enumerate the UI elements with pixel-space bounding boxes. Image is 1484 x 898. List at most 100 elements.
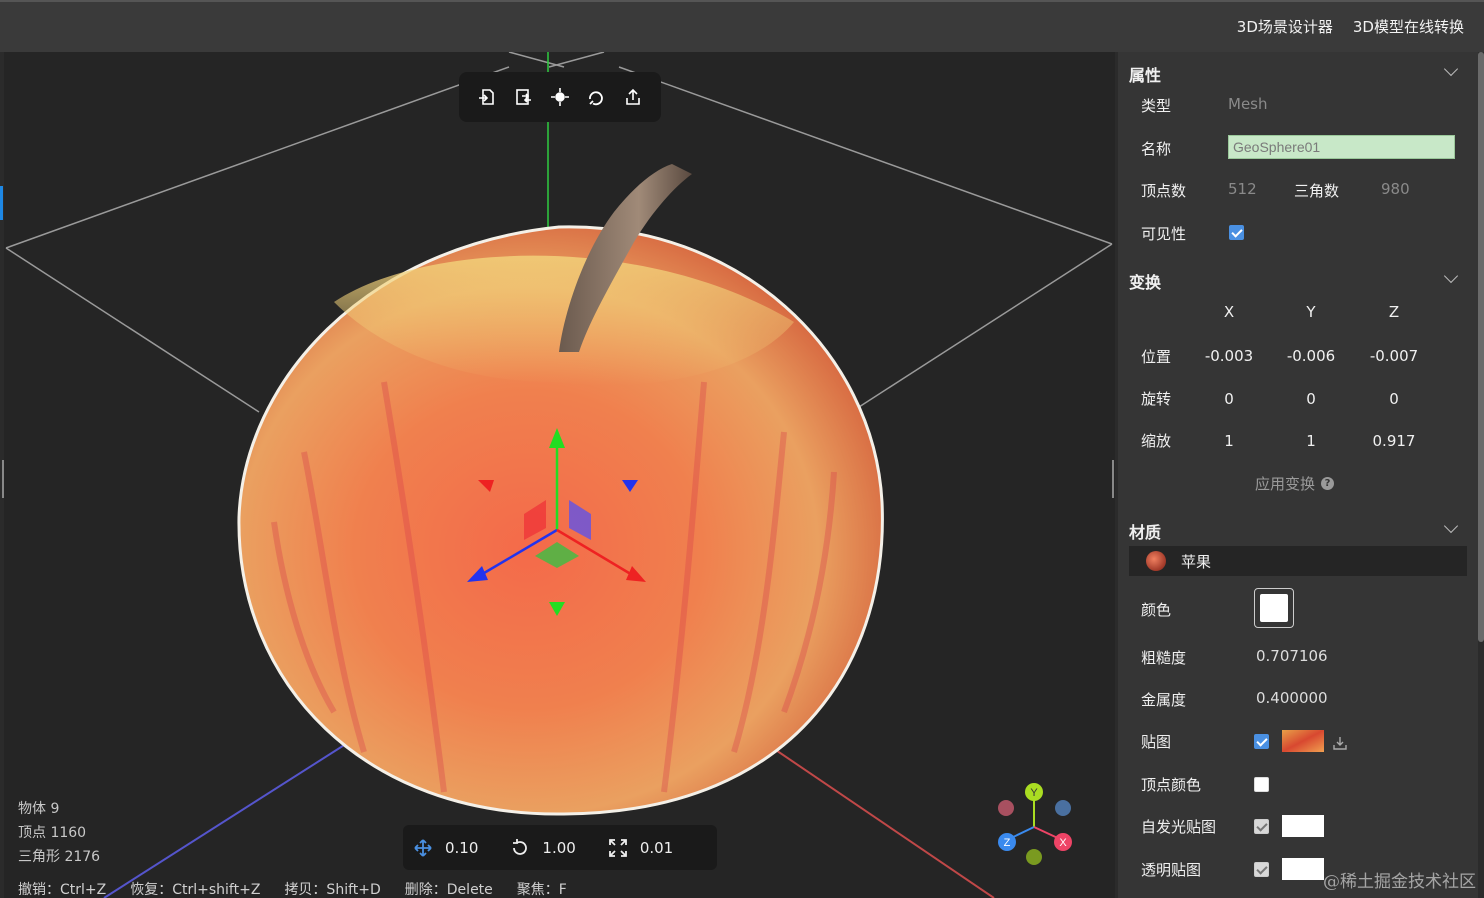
vertices-label: 顶点数 bbox=[1141, 182, 1187, 200]
emissive-map-checkbox[interactable] bbox=[1254, 819, 1269, 834]
apply-transform-button[interactable]: 应用变换 ? bbox=[1255, 473, 1335, 494]
alpha-map-checkbox[interactable] bbox=[1254, 862, 1269, 877]
alpha-map-label: 透明贴图 bbox=[1141, 861, 1202, 879]
top-bar: 3D场景设计器 3D模型在线转换 bbox=[0, 0, 1484, 52]
alpha-map-slot[interactable] bbox=[1282, 858, 1324, 880]
material-sphere-icon bbox=[1146, 551, 1166, 571]
position-x[interactable]: -0.003 bbox=[1199, 347, 1259, 365]
reset-icon[interactable] bbox=[582, 83, 610, 111]
apple-model bbox=[237, 164, 884, 816]
shortcut-delete: 删除：Delete bbox=[404, 882, 493, 898]
left-accent-bar bbox=[0, 186, 3, 220]
shortcut-copy: 拷贝：Shift+D bbox=[284, 882, 381, 898]
rotation-label: 旋转 bbox=[1141, 390, 1172, 408]
metalness-value[interactable]: 0.400000 bbox=[1256, 689, 1328, 707]
scale-z[interactable]: 0.917 bbox=[1364, 432, 1424, 450]
scene-stats: 物体 9 顶点 1160 三角形 2176 bbox=[18, 797, 100, 869]
replace-icon[interactable] bbox=[510, 83, 538, 111]
type-value: Mesh bbox=[1228, 95, 1268, 113]
map-label: 贴图 bbox=[1141, 733, 1172, 751]
section-properties-title[interactable]: 属性 bbox=[1129, 62, 1161, 86]
visible-checkbox[interactable] bbox=[1229, 225, 1244, 240]
position-y[interactable]: -0.006 bbox=[1281, 347, 1341, 365]
axis-x-line bbox=[763, 741, 995, 898]
snap-rotate-value: 1.00 bbox=[542, 838, 576, 857]
chevron-down-icon[interactable] bbox=[1443, 61, 1459, 77]
link-model-converter[interactable]: 3D模型在线转换 bbox=[1353, 16, 1464, 37]
orientation-gizmo: Y Z X bbox=[998, 783, 1072, 865]
import-icon[interactable] bbox=[473, 83, 501, 111]
top-links: 3D场景设计器 3D模型在线转换 bbox=[1237, 16, 1464, 37]
vertex-color-label: 顶点颜色 bbox=[1141, 776, 1202, 794]
shortcut-focus: 聚焦：F bbox=[516, 882, 567, 898]
roughness-label: 粗糙度 bbox=[1141, 649, 1187, 667]
gizmo-y-label: Y bbox=[1030, 787, 1038, 799]
scene-canvas[interactable]: Y Z X bbox=[4, 52, 1115, 898]
chevron-down-icon[interactable] bbox=[1443, 518, 1459, 534]
axis-z-line bbox=[103, 741, 350, 898]
panel-scrollbar[interactable] bbox=[1478, 52, 1484, 642]
map-checkbox[interactable] bbox=[1254, 734, 1269, 749]
stat-triangles: 三角形 2176 bbox=[18, 849, 101, 865]
triangles-value: 980 bbox=[1381, 180, 1410, 198]
gizmo-x-label: X bbox=[1059, 837, 1067, 849]
triangles-label: 三角数 bbox=[1294, 182, 1340, 200]
snap-scale[interactable]: 0.01 bbox=[608, 838, 673, 858]
name-input[interactable] bbox=[1228, 135, 1455, 159]
position-z[interactable]: -0.007 bbox=[1364, 347, 1424, 365]
snap-rotate[interactable]: 1.00 bbox=[510, 838, 576, 858]
export-icon[interactable] bbox=[619, 83, 647, 111]
rotate-icon bbox=[513, 838, 528, 855]
emissive-map-label: 自发光贴图 bbox=[1141, 818, 1217, 836]
apply-transform-label: 应用变换 bbox=[1255, 475, 1316, 493]
metalness-label: 金属度 bbox=[1141, 691, 1187, 709]
material-name: 苹果 bbox=[1181, 552, 1212, 571]
viewport-toolbar bbox=[459, 72, 661, 122]
snap-scale-value: 0.01 bbox=[639, 838, 674, 857]
help-icon[interactable]: ? bbox=[1321, 477, 1335, 490]
color-swatch[interactable] bbox=[1254, 588, 1294, 628]
section-transform-title[interactable]: 变换 bbox=[1129, 269, 1161, 293]
vertices-value: 512 bbox=[1228, 180, 1257, 198]
type-label: 类型 bbox=[1141, 97, 1172, 115]
map-texture-thumbnail[interactable] bbox=[1282, 730, 1324, 752]
left-resize-handle[interactable] bbox=[2, 460, 4, 498]
stat-objects: 物体 9 bbox=[18, 801, 60, 817]
name-label: 名称 bbox=[1141, 140, 1172, 158]
stat-vertices: 顶点 1160 bbox=[18, 825, 87, 841]
shortcut-redo: 恢复：Ctrl+shift+Z bbox=[130, 882, 261, 898]
snap-bar: 0.10 1.00 0.01 bbox=[403, 825, 717, 870]
axis-x-header: X bbox=[1223, 303, 1235, 321]
axis-z-header: Z bbox=[1388, 303, 1400, 321]
scale-y[interactable]: 1 bbox=[1281, 432, 1341, 450]
snap-translate-value: 0.10 bbox=[445, 838, 479, 857]
roughness-value[interactable]: 0.707106 bbox=[1256, 647, 1328, 665]
vertex-color-checkbox[interactable] bbox=[1254, 777, 1269, 792]
download-icon[interactable] bbox=[1332, 735, 1348, 751]
scale-icon bbox=[608, 838, 627, 857]
rotation-z[interactable]: 0 bbox=[1364, 390, 1424, 408]
position-label: 位置 bbox=[1141, 348, 1172, 366]
link-scene-designer[interactable]: 3D场景设计器 bbox=[1237, 16, 1333, 37]
chevron-down-icon[interactable] bbox=[1443, 268, 1459, 284]
rotation-y[interactable]: 0 bbox=[1281, 390, 1341, 408]
panel-resize-handle[interactable] bbox=[1112, 460, 1114, 498]
color-label: 颜色 bbox=[1141, 601, 1172, 619]
axis-y-header: Y bbox=[1306, 303, 1316, 321]
material-item[interactable]: 苹果 bbox=[1129, 546, 1467, 576]
viewport-3d[interactable]: Y Z X bbox=[4, 52, 1115, 898]
focus-icon[interactable] bbox=[546, 83, 574, 111]
rotation-x[interactable]: 0 bbox=[1199, 390, 1259, 408]
watermark: @稀土掘金技术社区 bbox=[1323, 872, 1476, 892]
shortcut-undo: 撤销：Ctrl+Z bbox=[18, 882, 107, 898]
visible-label: 可见性 bbox=[1141, 225, 1187, 243]
section-material-title[interactable]: 材质 bbox=[1129, 519, 1161, 543]
properties-panel: 属性 类型 Mesh 名称 顶点数 512 三角数 980 可见性 变换 X Y… bbox=[1118, 52, 1478, 898]
scale-label: 缩放 bbox=[1141, 432, 1172, 450]
emissive-map-slot[interactable] bbox=[1282, 815, 1324, 837]
gizmo-z-label: Z bbox=[1004, 837, 1011, 849]
snap-translate[interactable]: 0.10 bbox=[413, 838, 478, 858]
scale-x[interactable]: 1 bbox=[1199, 432, 1259, 450]
shortcut-hints: 撤销：Ctrl+Z 恢复：Ctrl+shift+Z 拷贝：Shift+D 删除：… bbox=[18, 879, 567, 898]
move-icon bbox=[414, 838, 432, 857]
